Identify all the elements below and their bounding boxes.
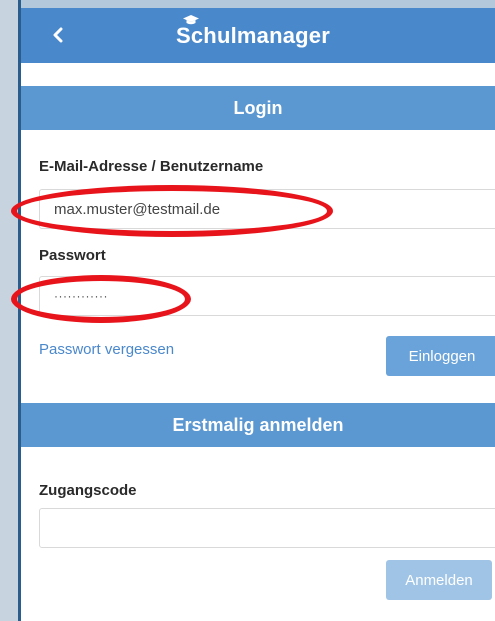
login-section-header: Login xyxy=(21,86,495,130)
access-code-label: Zugangscode xyxy=(39,482,137,499)
app-screen: Schulmanager Login E-Mail-Adresse / Benu… xyxy=(21,8,495,621)
password-value: ············ xyxy=(54,289,108,303)
register-section-header: Erstmalig anmelden xyxy=(21,403,495,447)
login-button[interactable]: Einloggen xyxy=(386,336,495,376)
app-title-group: Schulmanager xyxy=(176,15,331,54)
email-field[interactable]: max.muster@testmail.de xyxy=(39,189,495,229)
password-label: Passwort xyxy=(39,247,106,264)
chevron-left-icon xyxy=(53,27,63,43)
email-label: E-Mail-Adresse / Benutzername xyxy=(39,158,264,175)
access-code-field[interactable] xyxy=(39,508,495,548)
forgot-password-link[interactable]: Passwort vergessen xyxy=(39,341,174,358)
app-title: Schulmanager xyxy=(176,23,331,48)
back-button[interactable] xyxy=(43,20,73,50)
email-value: max.muster@testmail.de xyxy=(54,200,221,218)
background-strip xyxy=(0,0,18,621)
register-button[interactable]: Anmelden xyxy=(386,560,492,600)
app-bar: Schulmanager xyxy=(21,8,495,63)
password-field[interactable]: ············ xyxy=(39,276,495,316)
graduation-cap-icon xyxy=(183,15,199,25)
